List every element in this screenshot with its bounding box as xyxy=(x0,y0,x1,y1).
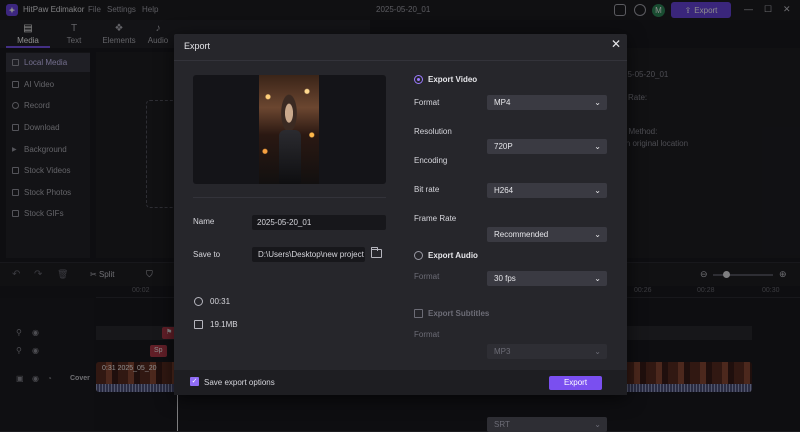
clock-icon xyxy=(194,297,203,306)
frame-rate-label: Frame Rate xyxy=(414,214,457,223)
format-label: Format xyxy=(414,98,440,107)
file-size-icon xyxy=(194,320,203,329)
name-field[interactable]: 2025-05-20_01 xyxy=(252,215,386,230)
encoding-select[interactable]: H264 ⌄ xyxy=(487,183,607,198)
export-audio-title: Export Audio xyxy=(428,251,478,260)
export-video-title: Export Video xyxy=(428,75,478,84)
audio-format-label: Format xyxy=(414,272,440,281)
name-label: Name xyxy=(193,217,215,226)
export-subtitles-option[interactable]: Export Subtitles xyxy=(414,309,489,318)
export-subtitles-checkbox[interactable] xyxy=(414,309,423,318)
export-dialog: Export ✕ Name 2025-05-20_01 Save to D:\U… xyxy=(174,34,627,432)
folder-icon[interactable] xyxy=(371,247,382,258)
subtitle-format-select[interactable]: SRT ⌄ xyxy=(487,417,607,432)
export-video-option[interactable]: Export Video xyxy=(414,75,477,84)
chevron-down-icon: ⌄ xyxy=(594,98,601,107)
save-to-label: Save to xyxy=(193,250,221,259)
encoding-label: Encoding xyxy=(414,156,448,165)
divider xyxy=(193,197,386,198)
export-button[interactable]: Export xyxy=(549,376,602,390)
divider xyxy=(174,60,627,61)
dialog-title: Export xyxy=(184,41,211,51)
chevron-down-icon: ⌄ xyxy=(594,347,601,356)
save-options-label[interactable]: Save export options xyxy=(204,378,275,387)
chevron-down-icon: ⌄ xyxy=(594,230,601,239)
bitrate-label: Bit rate xyxy=(414,185,440,194)
preview-thumbnail xyxy=(259,75,319,184)
frame-rate-select[interactable]: 30 fps ⌄ xyxy=(487,271,607,286)
save-options-checkbox[interactable]: ✓ xyxy=(190,377,199,386)
resolution-value: 720P xyxy=(494,142,513,151)
resolution-label: Resolution xyxy=(414,127,452,136)
audio-format-value: MP3 xyxy=(494,347,511,356)
save-path-field[interactable]: D:\Users\Desktop\new project xyxy=(252,247,365,262)
format-select[interactable]: MP4 ⌄ xyxy=(487,95,607,110)
file-size-value: 19.1MB xyxy=(210,320,238,329)
chevron-down-icon: ⌄ xyxy=(594,142,601,151)
chevron-down-icon: ⌄ xyxy=(594,420,601,429)
bitrate-select[interactable]: Recommended ⌄ xyxy=(487,227,607,242)
export-video-radio[interactable] xyxy=(414,75,423,84)
export-audio-option[interactable]: Export Audio xyxy=(414,251,478,260)
duration-value: 00:31 xyxy=(210,297,231,306)
format-value: MP4 xyxy=(494,98,511,107)
export-audio-radio[interactable] xyxy=(414,251,423,260)
close-icon[interactable]: ✕ xyxy=(611,37,621,51)
chevron-down-icon: ⌄ xyxy=(594,274,601,283)
export-subtitles-title: Export Subtitles xyxy=(428,309,490,318)
resolution-select[interactable]: 720P ⌄ xyxy=(487,139,607,154)
bitrate-value: Recommended xyxy=(494,230,549,239)
subtitle-format-value: SRT xyxy=(494,420,510,429)
subtitle-format-label: Format xyxy=(414,330,440,339)
thumbnail-figure xyxy=(279,130,301,184)
audio-format-select[interactable]: MP3 ⌄ xyxy=(487,344,607,359)
frame-rate-value: 30 fps xyxy=(494,274,516,283)
encoding-value: H264 xyxy=(494,186,514,195)
chevron-down-icon: ⌄ xyxy=(594,186,601,195)
